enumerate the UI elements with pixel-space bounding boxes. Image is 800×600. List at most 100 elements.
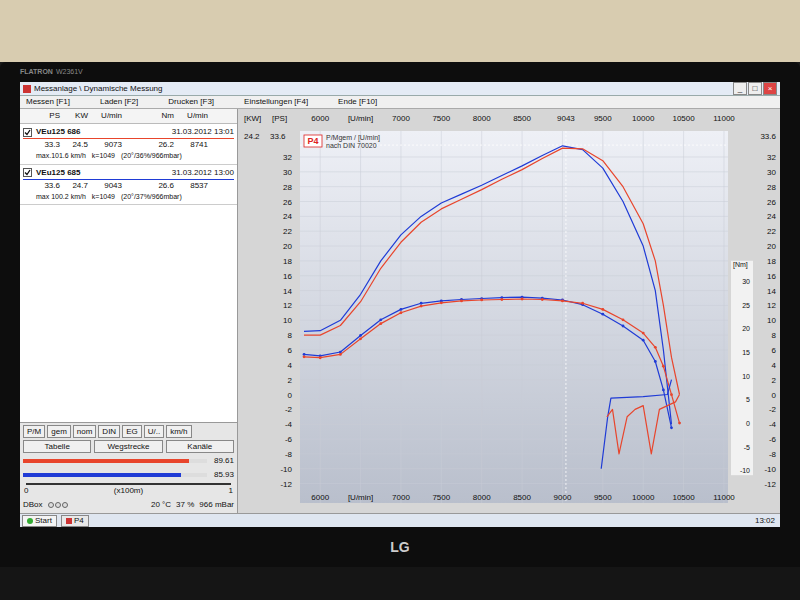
ps-tick-right: 6 <box>772 346 777 355</box>
ps-tick-right: 4 <box>772 361 777 370</box>
tool-button[interactable]: Tabelle <box>23 440 91 453</box>
run-name: VEu125 685 <box>36 167 80 179</box>
taskbar: StartP413:02 <box>20 513 780 527</box>
nm-tick: 5 <box>746 396 750 403</box>
torque-point <box>622 325 625 328</box>
view-button[interactable]: DIN <box>98 425 120 438</box>
torque-point <box>379 318 382 321</box>
check-icon <box>24 129 31 136</box>
nm-tick: 0 <box>746 420 750 427</box>
window-control[interactable]: × <box>763 82 777 95</box>
ps-tick: 2 <box>288 376 293 385</box>
menu-item[interactable]: Drucken [F3] <box>168 96 214 108</box>
level-fill <box>23 473 181 477</box>
start-icon <box>27 518 33 524</box>
ps-tick-right: 30 <box>767 168 776 177</box>
torque-point <box>670 393 673 396</box>
run-date: 31.03.2012 13:00 <box>172 167 234 179</box>
plot-area <box>300 131 728 503</box>
torque-point <box>654 346 657 349</box>
rpm-tick-bottom: 8000 <box>473 493 491 502</box>
runs-header: PSKWU/minNmU/min <box>20 109 237 124</box>
level-fill <box>23 459 189 463</box>
menu-item[interactable]: Laden [F2] <box>100 96 138 108</box>
ps-tick: -12 <box>280 480 292 489</box>
ps-tick: -6 <box>285 435 293 444</box>
level-reading: 85.93 <box>210 469 234 481</box>
run-checkbox[interactable] <box>23 128 32 137</box>
rpm-tick-bottom: 7500 <box>432 493 450 502</box>
start-button[interactable]: Start <box>22 515 57 527</box>
torque-series <box>303 296 673 430</box>
ps-tick-right: 10 <box>767 316 776 325</box>
view-button[interactable]: gem <box>47 425 71 438</box>
screen: Messanlage \ Dynamische Messung _□× Messen… <box>20 82 780 527</box>
window-control[interactable]: □ <box>748 82 762 95</box>
ps-tick: 6 <box>288 346 293 355</box>
rpm-tick-bottom: 6000 <box>311 493 329 502</box>
title-bar: Messanlage \ Dynamische Messung _□× <box>20 82 780 96</box>
taskbar-app[interactable]: P4 <box>61 515 89 527</box>
torque-point <box>500 298 503 301</box>
ps-tick: 16 <box>283 272 292 281</box>
rpm-tick-bottom: 9500 <box>594 493 612 502</box>
torque-point <box>678 422 681 425</box>
rpm-tick-bottom: [U/min] <box>348 493 373 502</box>
ps-tick: 14 <box>283 287 292 296</box>
run-value: 9043 <box>92 180 126 192</box>
ps-tick-right: 28 <box>767 183 776 192</box>
ps-tick: 4 <box>288 361 293 370</box>
run-value: 8741 <box>178 139 212 151</box>
torque-point <box>420 302 423 305</box>
rpm-tick-top: 7000 <box>392 114 410 123</box>
view-button[interactable]: EG <box>122 425 142 438</box>
scale-label: 0 <box>24 485 28 497</box>
main-area: PSKWU/minNmU/minVEu125 68631.03.2012 13:… <box>20 109 780 513</box>
check-icon <box>24 169 31 176</box>
menu-item[interactable]: Ende [F10] <box>338 96 377 108</box>
kw-peak: 24.2 <box>244 132 260 141</box>
view-button[interactable]: nom <box>73 425 97 438</box>
ps-tick: 18 <box>283 257 292 266</box>
app-icon <box>66 518 72 524</box>
rpm-tick-top: 6000 <box>311 114 329 123</box>
torque-point <box>303 355 306 358</box>
ps-tick: 22 <box>283 227 292 236</box>
window-control[interactable]: _ <box>733 82 747 95</box>
ps-tick: -2 <box>285 405 293 414</box>
torque-point <box>460 300 463 303</box>
run-entry[interactable]: VEu125 68531.03.2012 13:0033.624.7904326… <box>20 165 237 206</box>
menu-item[interactable]: Einstellungen [F4] <box>244 96 308 108</box>
view-button[interactable]: P/M <box>23 425 45 438</box>
torque-point <box>581 302 584 305</box>
torque-point <box>642 332 645 335</box>
rpm-tick-top: 9043 <box>557 114 575 123</box>
level-bar: 85.93 <box>23 469 234 481</box>
run-value: 9073 <box>92 139 126 151</box>
ps-tick-right: 26 <box>767 198 776 207</box>
dyno-chart: [KW][PS]24.233.6323028262422201816141210… <box>238 109 780 513</box>
run-name: VEu125 686 <box>36 126 80 138</box>
monitor-bezel: FLATRONW2361VMessanlage \ Dynamische Mes… <box>0 62 800 567</box>
svg-text:P4: P4 <box>307 136 318 146</box>
run-value: 24.7 <box>64 180 92 192</box>
run-info: (20°/37%/966mbar) <box>121 192 182 203</box>
run-value: 33.3 <box>36 139 64 151</box>
chart-legend: P/Mgem / [U/min] <box>326 134 380 142</box>
tool-button[interactable]: Kanäle <box>166 440 234 453</box>
menu-item[interactable]: Messen [F1] <box>26 96 70 108</box>
ps-tick: 12 <box>283 301 292 310</box>
distance-scale: 0(x100m)1 <box>23 483 234 497</box>
tool-button[interactable]: Wegstrecke <box>94 440 162 453</box>
rpm-tick-top: 11000 <box>713 114 735 123</box>
ps-tick: 28 <box>283 183 292 192</box>
ps-peak: 33.6 <box>270 132 286 141</box>
view-button[interactable]: U/.. <box>144 425 164 438</box>
chart-legend: nach DIN 70020 <box>326 142 377 149</box>
run-checkbox[interactable] <box>23 168 32 177</box>
torque-point <box>480 299 483 302</box>
view-button[interactable]: km/h <box>166 425 191 438</box>
torque-point <box>662 365 665 368</box>
run-entry[interactable]: VEu125 68631.03.2012 13:0133.324.5907326… <box>20 124 237 165</box>
window-title: Messanlage \ Dynamische Messung <box>34 83 163 95</box>
